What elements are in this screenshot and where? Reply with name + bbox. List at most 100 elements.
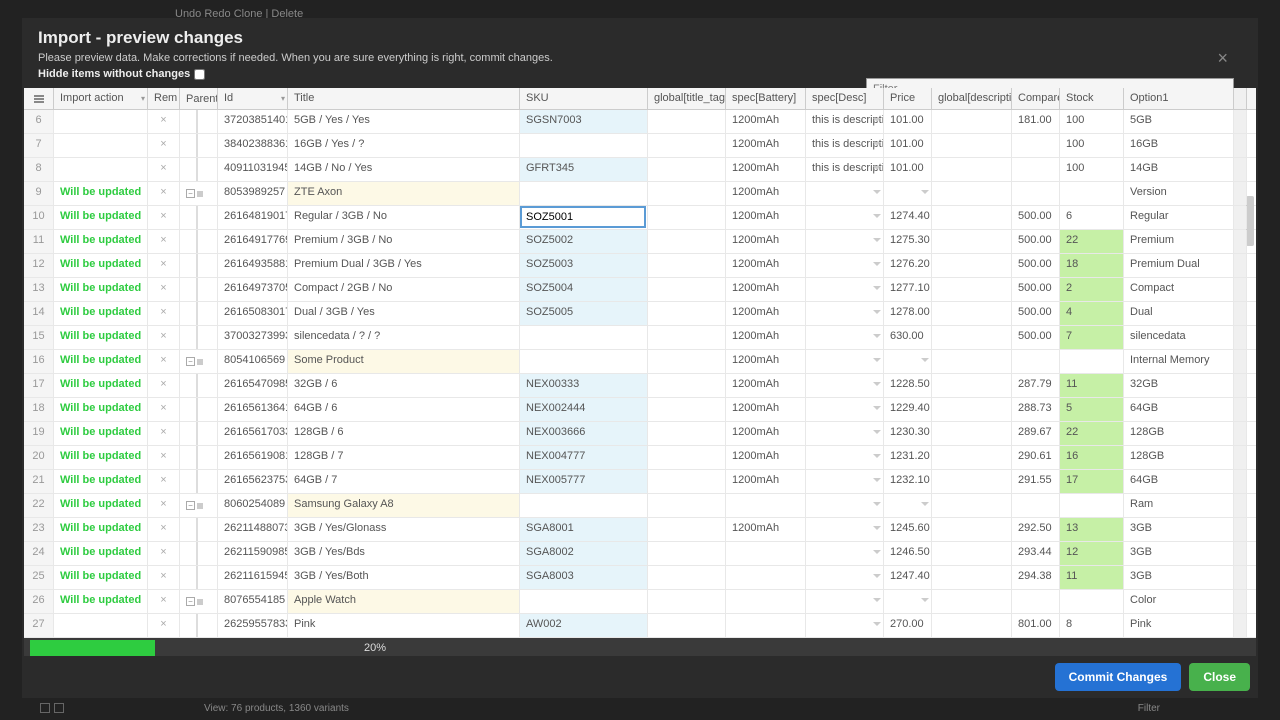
cell-desc[interactable] bbox=[806, 422, 884, 445]
cell-option1[interactable]: 64GB bbox=[1124, 398, 1234, 421]
table-row[interactable]: 16 Will be updated × − 8054106569 Some P… bbox=[24, 350, 1256, 374]
cell-battery[interactable]: 1200mAh bbox=[726, 302, 806, 325]
cell-price[interactable]: 1232.10 bbox=[884, 470, 932, 493]
cell-price[interactable]: 1277.10 bbox=[884, 278, 932, 301]
table-row[interactable]: 10 Will be updated × 26164819017 Regular… bbox=[24, 206, 1256, 230]
table-row[interactable]: 25 Will be updated × 26211615945 3GB / Y… bbox=[24, 566, 1256, 590]
cell-desc[interactable] bbox=[806, 326, 884, 349]
cell-price[interactable]: 101.00 bbox=[884, 110, 932, 133]
col-global-title-tag[interactable]: global[title_tag] bbox=[648, 88, 726, 109]
cell-sku[interactable]: SOZ5004 bbox=[520, 278, 648, 301]
remove-row-button[interactable]: × bbox=[148, 374, 180, 397]
cell-desc[interactable] bbox=[806, 350, 884, 373]
table-row[interactable]: 22 Will be updated × − 8060254089 Samsun… bbox=[24, 494, 1256, 518]
col-remove[interactable]: Rem bbox=[148, 88, 180, 109]
cell-stock[interactable] bbox=[1060, 350, 1124, 373]
cell-global-title-tag[interactable] bbox=[648, 182, 726, 205]
cell-compare[interactable]: 292.50 bbox=[1012, 518, 1060, 541]
chevron-down-icon[interactable] bbox=[873, 190, 881, 194]
cell-compare[interactable]: 181.00 bbox=[1012, 110, 1060, 133]
cell-option1[interactable]: 14GB bbox=[1124, 158, 1234, 181]
cell-sku[interactable]: AW002 bbox=[520, 614, 648, 637]
cell-battery[interactable]: 1200mAh bbox=[726, 350, 806, 373]
cell-price[interactable]: 1275.30 bbox=[884, 230, 932, 253]
cell-price[interactable] bbox=[884, 350, 932, 373]
cell-global-description[interactable] bbox=[932, 494, 1012, 517]
cell-price[interactable]: 1274.40 bbox=[884, 206, 932, 229]
cell-sku[interactable]: NEX003666 bbox=[520, 422, 648, 445]
cell-title[interactable]: Apple Watch bbox=[288, 590, 520, 613]
cell-title[interactable]: 64GB / 7 bbox=[288, 470, 520, 493]
chevron-down-icon[interactable] bbox=[873, 142, 881, 146]
remove-row-button[interactable]: × bbox=[148, 590, 180, 613]
cell-desc[interactable] bbox=[806, 446, 884, 469]
collapse-icon[interactable]: − bbox=[186, 597, 195, 606]
cell-parent[interactable]: − bbox=[180, 494, 218, 517]
cell-option1[interactable]: 5GB bbox=[1124, 110, 1234, 133]
cell-compare[interactable]: 500.00 bbox=[1012, 206, 1060, 229]
cell-option1[interactable]: Internal Memory bbox=[1124, 350, 1234, 373]
chevron-down-icon[interactable] bbox=[873, 430, 881, 434]
collapse-icon[interactable]: − bbox=[186, 357, 195, 366]
vertical-scrollbar[interactable] bbox=[1246, 196, 1254, 246]
cell-battery[interactable]: 1200mAh bbox=[726, 446, 806, 469]
cell-stock[interactable] bbox=[1060, 182, 1124, 205]
hide-items-checkbox-label[interactable]: Hidde items without changes bbox=[38, 68, 205, 80]
cell-global-description[interactable] bbox=[932, 134, 1012, 157]
col-title[interactable]: Title bbox=[288, 88, 520, 109]
cell-price[interactable] bbox=[884, 182, 932, 205]
cell-title[interactable]: 16GB / Yes / ? bbox=[288, 134, 520, 157]
cell-global-description[interactable] bbox=[932, 542, 1012, 565]
layout-icon[interactable] bbox=[40, 703, 50, 713]
table-row[interactable]: 9 Will be updated × − 8053989257 ZTE Axo… bbox=[24, 182, 1256, 206]
cell-desc[interactable] bbox=[806, 302, 884, 325]
remove-row-button[interactable]: × bbox=[148, 446, 180, 469]
cell-desc[interactable] bbox=[806, 230, 884, 253]
cell-desc[interactable] bbox=[806, 398, 884, 421]
cell-compare[interactable] bbox=[1012, 158, 1060, 181]
cell-battery[interactable]: 1200mAh bbox=[726, 158, 806, 181]
remove-row-button[interactable]: × bbox=[148, 326, 180, 349]
chevron-down-icon[interactable] bbox=[873, 478, 881, 482]
cell-global-description[interactable] bbox=[932, 254, 1012, 277]
cell-option1[interactable]: 3GB bbox=[1124, 518, 1234, 541]
cell-title[interactable]: 3GB / Yes/Bds bbox=[288, 542, 520, 565]
col-stock[interactable]: Stock bbox=[1060, 88, 1124, 109]
cell-parent[interactable]: − bbox=[180, 590, 218, 613]
cell-sku[interactable]: NEX00333 bbox=[520, 374, 648, 397]
cell-battery[interactable] bbox=[726, 614, 806, 637]
cell-global-title-tag[interactable] bbox=[648, 590, 726, 613]
cell-battery[interactable]: 1200mAh bbox=[726, 470, 806, 493]
collapse-icon[interactable]: − bbox=[186, 501, 195, 510]
table-row[interactable]: 8 × 40911031945 14GB / No / Yes GFRT345 … bbox=[24, 158, 1256, 182]
table-row[interactable]: 21 Will be updated × 26165623753 64GB / … bbox=[24, 470, 1256, 494]
cell-sku[interactable] bbox=[520, 494, 648, 517]
cell-id[interactable]: 26211590985 bbox=[218, 542, 288, 565]
cell-title[interactable]: 128GB / 6 bbox=[288, 422, 520, 445]
remove-row-button[interactable]: × bbox=[148, 182, 180, 205]
cell-global-description[interactable] bbox=[932, 110, 1012, 133]
chevron-down-icon[interactable] bbox=[921, 598, 929, 602]
cell-desc[interactable] bbox=[806, 518, 884, 541]
table-row[interactable]: 12 Will be updated × 26164935881 Premium… bbox=[24, 254, 1256, 278]
cell-compare[interactable]: 290.61 bbox=[1012, 446, 1060, 469]
col-id[interactable]: Id▾ bbox=[218, 88, 288, 109]
table-row[interactable]: 24 Will be updated × 26211590985 3GB / Y… bbox=[24, 542, 1256, 566]
cell-title[interactable]: Pink bbox=[288, 614, 520, 637]
cell-battery[interactable]: 1200mAh bbox=[726, 422, 806, 445]
cell-global-description[interactable] bbox=[932, 302, 1012, 325]
cell-global-title-tag[interactable] bbox=[648, 254, 726, 277]
cell-sku[interactable]: NEX004777 bbox=[520, 446, 648, 469]
cell-price[interactable] bbox=[884, 494, 932, 517]
cell-stock[interactable]: 5 bbox=[1060, 398, 1124, 421]
remove-row-button[interactable]: × bbox=[148, 206, 180, 229]
cell-battery[interactable] bbox=[726, 566, 806, 589]
remove-row-button[interactable]: × bbox=[148, 302, 180, 325]
remove-row-button[interactable]: × bbox=[148, 350, 180, 373]
cell-compare[interactable] bbox=[1012, 134, 1060, 157]
cell-compare[interactable]: 294.38 bbox=[1012, 566, 1060, 589]
cell-stock[interactable]: 100 bbox=[1060, 158, 1124, 181]
cell-global-description[interactable] bbox=[932, 446, 1012, 469]
cell-global-title-tag[interactable] bbox=[648, 566, 726, 589]
grid-icon[interactable] bbox=[54, 703, 64, 713]
